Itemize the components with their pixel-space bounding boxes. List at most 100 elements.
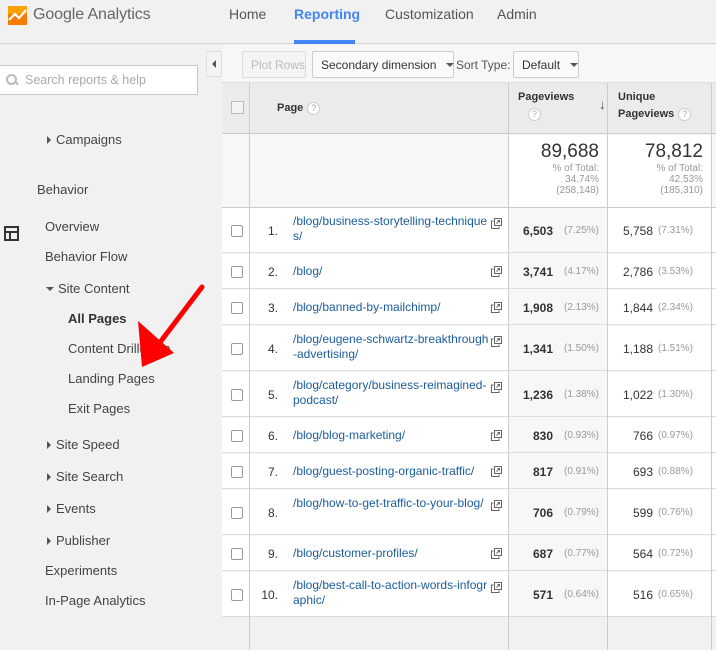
unique-pageviews-value: 5,758 — [622, 223, 653, 238]
row-index: 1. — [267, 223, 278, 238]
row-checkbox[interactable] — [231, 588, 243, 601]
column-header-unique-pageviews[interactable]: Unique Pageviews? — [618, 89, 692, 123]
unique-pageviews-value: 766 — [632, 428, 653, 443]
row-checkbox[interactable] — [231, 301, 243, 314]
row-checkbox[interactable] — [231, 547, 243, 560]
open-in-new-window-icon[interactable] — [491, 547, 502, 559]
sidebar-item-site-content[interactable]: Site Content — [46, 281, 130, 296]
sidebar-item-campaigns[interactable]: Campaigns — [47, 132, 122, 147]
sidebar-item-exit-pages[interactable]: Exit Pages — [68, 401, 130, 416]
sidebar-item-site-speed[interactable]: Site Speed — [47, 437, 120, 452]
expand-arrow-icon — [47, 472, 51, 481]
nav-admin[interactable]: Admin — [497, 6, 537, 22]
expand-arrow-icon — [47, 135, 51, 144]
chevron-down-icon — [570, 62, 579, 67]
pageviews-value: 1,236 — [522, 387, 553, 402]
column-divider — [607, 83, 608, 650]
open-in-new-window-icon[interactable] — [491, 429, 502, 441]
column-header-page[interactable]: Page? — [277, 100, 321, 117]
sidebar-item-experiments[interactable]: Experiments — [45, 563, 117, 578]
open-in-new-window-icon[interactable] — [491, 301, 502, 313]
sidebar-item-in-page-analytics[interactable]: In-Page Analytics — [45, 593, 145, 608]
open-in-new-window-icon[interactable] — [491, 265, 502, 277]
row-checkbox[interactable] — [231, 465, 243, 478]
row-checkbox[interactable] — [231, 506, 243, 519]
page-link[interactable]: /blog/banned-by-mailchimp/ — [293, 300, 489, 315]
page-link[interactable]: /blog/how-to-get-traffic-to-your-blog/ — [293, 496, 489, 511]
row-checkbox[interactable] — [231, 342, 243, 355]
row-index: 6. — [267, 428, 278, 443]
pageviews-percent: (1.50%) — [563, 342, 599, 354]
sidebar-item-overview[interactable]: Overview — [45, 219, 99, 234]
pageviews-percent: (2.13%) — [563, 301, 599, 313]
search-input[interactable] — [25, 73, 185, 87]
page-link[interactable]: /blog/best-call-to-action-words-infograp… — [293, 578, 489, 608]
row-checkbox[interactable] — [231, 429, 243, 442]
unique-pageviews-percent: (1.51%) — [658, 342, 694, 354]
table-row: 1. /blog/business-storytelling-technique… — [222, 208, 716, 253]
sidebar-item-all-pages[interactable]: All Pages — [68, 311, 127, 326]
open-in-new-window-icon[interactable] — [491, 382, 502, 393]
column-divider — [711, 83, 712, 650]
help-icon[interactable]: ? — [307, 101, 321, 115]
nav-customization[interactable]: Customization — [385, 6, 474, 22]
nav-reporting[interactable]: Reporting — [294, 6, 360, 22]
open-in-new-window-icon[interactable] — [491, 582, 502, 593]
open-in-new-window-icon[interactable] — [491, 336, 502, 347]
expand-arrow-icon — [47, 440, 51, 449]
pageviews-percent: (4.17%) — [563, 265, 599, 277]
pageviews-percent: (0.77%) — [563, 547, 599, 559]
unique-pageviews-percent: (0.72%) — [658, 547, 694, 559]
column-header-pageviews[interactable]: Pageviews? — [518, 89, 574, 123]
page-link[interactable]: /blog/guest-posting-organic-traffic/ — [293, 464, 489, 479]
sidebar-item-events[interactable]: Events — [47, 501, 96, 516]
pageviews-value: 3,741 — [522, 264, 553, 279]
collapse-sidebar-button[interactable] — [206, 51, 222, 77]
pageviews-value: 706 — [532, 505, 553, 520]
page-link[interactable]: /blog/eugene-schwartz-breakthrough-adver… — [293, 332, 489, 362]
unique-pageviews-percent: (0.97%) — [658, 429, 694, 441]
active-tab-indicator — [294, 40, 355, 44]
sidebar: Campaigns Behavior Overview Behavior Flo… — [0, 45, 222, 612]
google-analytics-logo[interactable]: Google Analytics — [8, 4, 151, 26]
page-link[interactable]: /blog/ — [293, 264, 489, 279]
open-in-new-window-icon[interactable] — [491, 218, 502, 229]
logo-text: Google Analytics — [33, 6, 151, 23]
help-icon[interactable]: ? — [678, 107, 692, 121]
table-row: 9. /blog/customer-profiles/ 687 (0.77%) … — [222, 536, 716, 571]
sort-type-dropdown[interactable]: Default — [513, 51, 579, 78]
sidebar-item-behavior-flow[interactable]: Behavior Flow — [45, 249, 127, 264]
page-link[interactable]: /blog/customer-profiles/ — [293, 546, 489, 561]
select-all-checkbox[interactable] — [231, 101, 244, 114]
search-box[interactable] — [0, 65, 198, 95]
unique-pageviews-value: 1,844 — [622, 300, 653, 315]
page-link[interactable]: /blog/category/business-reimagined-podca… — [293, 378, 489, 408]
sidebar-item-site-search[interactable]: Site Search — [47, 469, 123, 484]
row-checkbox[interactable] — [231, 388, 243, 401]
secondary-dimension-dropdown[interactable]: Secondary dimension — [312, 51, 455, 78]
sidebar-item-landing-pages[interactable]: Landing Pages — [68, 371, 155, 386]
sidebar-item-publisher[interactable]: Publisher — [47, 533, 110, 548]
pageviews-percent: (7.25%) — [563, 224, 599, 236]
sidebar-section-behavior[interactable]: Behavior — [37, 182, 88, 197]
plot-rows-button[interactable]: Plot Rows — [242, 51, 306, 78]
open-in-new-window-icon[interactable] — [491, 500, 502, 511]
page-link[interactable]: /blog/business-storytelling-techniques/ — [293, 214, 489, 244]
table-row: 4. /blog/eugene-schwartz-breakthrough-ad… — [222, 326, 716, 371]
totals-row: 89,688 % of Total: 34.74% (258,148) 78,8… — [222, 135, 716, 208]
unique-pageviews-value: 1,022 — [622, 387, 653, 402]
pageviews-value: 817 — [532, 464, 553, 479]
help-icon[interactable]: ? — [528, 107, 541, 121]
table-header: Page? Pageviews? ↓ Unique Pageviews? — [222, 83, 716, 134]
row-checkbox[interactable] — [231, 224, 243, 237]
row-index: 8. — [267, 505, 278, 520]
sort-descending-icon[interactable]: ↓ — [599, 97, 606, 112]
nav-home[interactable]: Home — [229, 6, 266, 22]
page-link[interactable]: /blog/blog-marketing/ — [293, 428, 489, 443]
pageviews-percent: (0.64%) — [563, 588, 599, 600]
table-row: 10. /blog/best-call-to-action-words-info… — [222, 572, 716, 617]
column-divider — [249, 83, 250, 650]
row-checkbox[interactable] — [231, 265, 243, 278]
pageviews-value: 830 — [532, 428, 553, 443]
open-in-new-window-icon[interactable] — [491, 465, 502, 477]
